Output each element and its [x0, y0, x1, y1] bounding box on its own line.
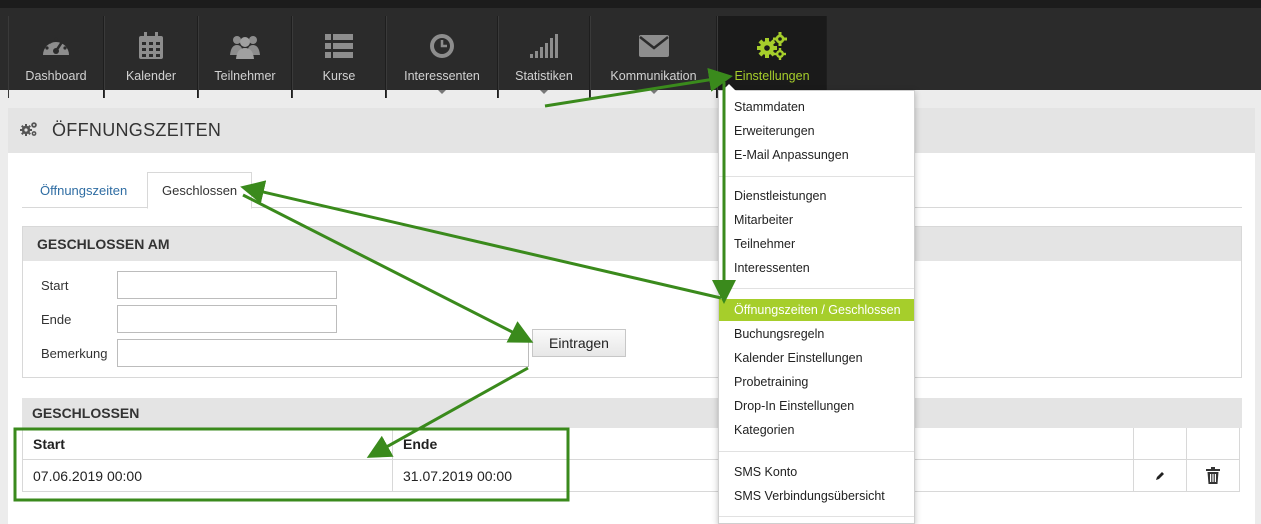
- menu-item-teilnehmer[interactable]: Teilnehmer: [719, 233, 914, 255]
- nav-item-interessenten[interactable]: Interessenten: [386, 16, 498, 98]
- menu-item-probetraining[interactable]: Probetraining: [719, 371, 914, 393]
- nav-label: Einstellungen: [734, 69, 810, 83]
- menu-item-kalender-einstellungen[interactable]: Kalender Einstellungen: [719, 347, 914, 369]
- nav-item-kurse[interactable]: Kurse: [292, 16, 386, 98]
- nav-label: Interessenten: [404, 69, 480, 83]
- envelope-icon: [637, 30, 671, 62]
- column-header-delete: [1187, 428, 1240, 459]
- submit-button[interactable]: Eintragen: [532, 329, 626, 357]
- top-navigation-bar: Dashboard Kalender Teilnehmer Kurse Inte…: [0, 0, 1261, 98]
- column-header-start: Start: [23, 428, 393, 459]
- note-input[interactable]: [117, 339, 529, 367]
- nav-item-kommunikation[interactable]: Kommunikation: [590, 16, 717, 98]
- end-row: Ende: [41, 305, 337, 333]
- form-heading: GESCHLOSSEN AM: [23, 227, 1241, 261]
- nav-item-dashboard[interactable]: Dashboard: [8, 16, 104, 98]
- menu-item-drop-in-einstellungen[interactable]: Drop-In Einstellungen: [719, 395, 914, 417]
- note-label: Bemerkung: [41, 345, 108, 361]
- nav-label: Kommunikation: [610, 69, 697, 83]
- page-title: ÖFFNUNGSZEITEN: [52, 120, 222, 140]
- menu-item-oeffnungszeiten-geschlossen[interactable]: Öffnungszeiten / Geschlossen: [719, 299, 914, 321]
- users-icon: [228, 30, 262, 62]
- settings-dropdown-menu: Stammdaten Erweiterungen E-Mail Anpassun…: [718, 84, 915, 524]
- menu-item-stammdaten[interactable]: Stammdaten: [719, 96, 914, 118]
- menu-item-interessenten[interactable]: Interessenten: [719, 257, 914, 279]
- menu-divider: [719, 288, 914, 289]
- nav-label: Teilnehmer: [214, 69, 276, 83]
- table-row: 07.06.2019 00:00 31.07.2019 00:00: [22, 460, 1240, 492]
- pencil-icon[interactable]: [1134, 460, 1187, 491]
- chevron-down-icon: [649, 90, 658, 94]
- nav-item-teilnehmer[interactable]: Teilnehmer: [198, 16, 292, 98]
- nav-label: Statistiken: [515, 69, 573, 83]
- start-label: Start: [41, 277, 69, 293]
- content-panel: ÖFFNUNGSZEITEN Öffnungszeiten Geschlosse…: [8, 108, 1255, 524]
- start-input[interactable]: [117, 271, 337, 299]
- menu-item-sms-verbindungsuebersicht[interactable]: SMS Verbindungsübersicht: [719, 485, 914, 507]
- page-header: ÖFFNUNGSZEITEN: [8, 108, 1255, 153]
- menu-item-mitarbeiter[interactable]: Mitarbeiter: [719, 209, 914, 231]
- menu-item-buchungsregeln[interactable]: Buchungsregeln: [719, 323, 914, 345]
- list-icon: [322, 30, 356, 62]
- dashboard-icon: [39, 30, 73, 62]
- trash-icon[interactable]: [1187, 460, 1240, 491]
- menu-pointer: [722, 84, 736, 91]
- closed-table: Start Ende 07.06.2019 00:00 31.07.2019 0…: [22, 428, 1240, 492]
- signal-icon: [527, 30, 561, 62]
- nav-item-kalender[interactable]: Kalender: [104, 16, 198, 98]
- note-row: Bemerkung: [41, 339, 529, 367]
- nav-label: Kurse: [322, 69, 356, 83]
- gears-icon: [755, 30, 789, 62]
- cell-start: 07.06.2019 00:00: [23, 460, 393, 491]
- start-row: Start: [41, 271, 337, 299]
- nav-label: Dashboard: [25, 69, 87, 83]
- menu-item-erweiterungen[interactable]: Erweiterungen: [719, 120, 914, 142]
- closed-on-form: GESCHLOSSEN AM Start Ende Bemerkung Eint…: [22, 226, 1242, 378]
- menu-item-sms-konto[interactable]: SMS Konto: [719, 461, 914, 483]
- calendar-icon: [134, 30, 168, 62]
- tab-oeffnungszeiten[interactable]: Öffnungszeiten: [26, 172, 141, 208]
- menu-divider: [719, 516, 914, 517]
- chevron-down-icon: [540, 90, 548, 94]
- menu-item-dienstleistungen[interactable]: Dienstleistungen: [719, 185, 914, 207]
- menu-divider: [719, 451, 914, 452]
- closed-heading: GESCHLOSSEN: [22, 398, 1242, 428]
- clock-icon: [425, 30, 459, 62]
- column-header-edit: [1134, 428, 1187, 459]
- table-header-row: Start Ende: [22, 428, 1240, 460]
- end-label: Ende: [41, 311, 72, 327]
- end-input[interactable]: [117, 305, 337, 333]
- nav-item-statistiken[interactable]: Statistiken: [498, 16, 590, 98]
- gears-icon: [20, 121, 38, 140]
- menu-item-email-anpassungen[interactable]: E-Mail Anpassungen: [719, 144, 914, 166]
- tab-geschlossen[interactable]: Geschlossen: [147, 172, 253, 209]
- chevron-down-icon: [438, 90, 446, 94]
- closed-list: GESCHLOSSEN Start Ende 07.06.2019 00:00 …: [22, 398, 1242, 508]
- tab-bar: Öffnungszeiten Geschlossen: [22, 172, 1242, 209]
- nav-strip: Dashboard Kalender Teilnehmer Kurse Inte…: [8, 16, 827, 98]
- nav-label: Kalender: [125, 69, 177, 83]
- menu-item-kategorien[interactable]: Kategorien: [719, 419, 914, 441]
- menu-divider: [719, 176, 914, 177]
